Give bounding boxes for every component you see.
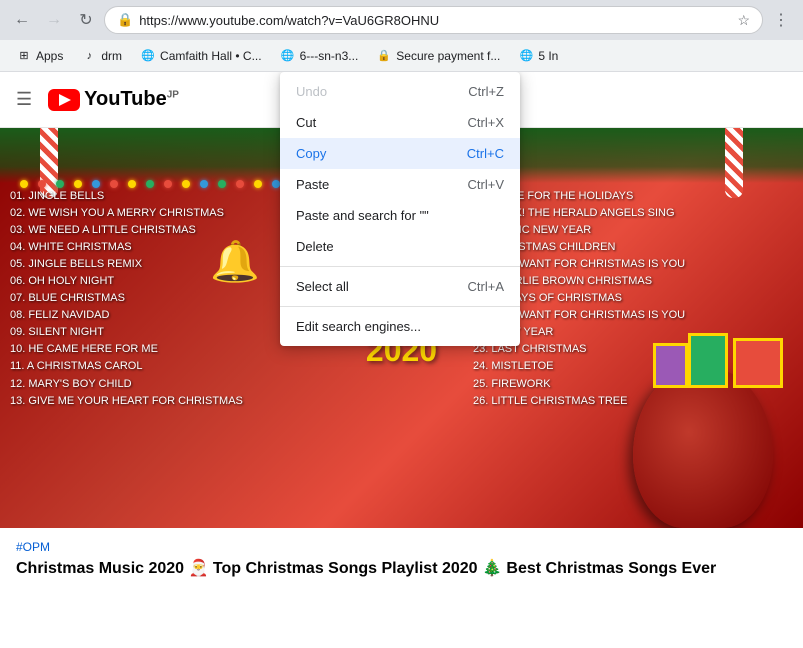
back-button[interactable]: ← bbox=[8, 6, 36, 34]
youtube-play-triangle bbox=[59, 94, 71, 106]
bookmark-camfaith[interactable]: 🌐 Camfaith Hall • C... bbox=[132, 44, 270, 68]
bookmark-camfaith-label: Camfaith Hall • C... bbox=[160, 49, 262, 63]
drm-icon: ♪ bbox=[81, 48, 97, 64]
bookmark-apps[interactable]: ⊞ Apps bbox=[8, 44, 71, 68]
camfaith-icon: 🌐 bbox=[140, 48, 156, 64]
menu-divider bbox=[280, 266, 520, 267]
bookmark-b6-label: 5 In bbox=[538, 49, 558, 63]
menu-label: Paste bbox=[296, 177, 329, 192]
b5-icon: 🔒 bbox=[376, 48, 392, 64]
nav-bar: ← → ↻ 🔒 https://www.youtube.com/watch?v=… bbox=[0, 0, 803, 40]
menu-item-copy[interactable]: Copy Ctrl+C bbox=[280, 138, 520, 169]
context-menu: Undo Ctrl+Z Cut Ctrl+X Copy Ctrl+C Paste Ctrl+V… bbox=[280, 72, 520, 346]
song-item: 15. HARK! THE HERALD ANGELS SING bbox=[473, 205, 793, 222]
address-bar[interactable]: 🔒 https://www.youtube.com/watch?v=VaU6GR… bbox=[104, 6, 763, 34]
video-description: #OPM Christmas Music 2020 🎅 Top Christma… bbox=[0, 528, 803, 592]
bookmark-b5[interactable]: 🔒 Secure payment f... bbox=[368, 44, 508, 68]
forward-button[interactable]: → bbox=[40, 6, 68, 34]
menu-shortcut: Ctrl+X bbox=[468, 115, 504, 130]
lock-icon: 🔒 bbox=[117, 12, 133, 28]
menu-label: Delete bbox=[296, 239, 334, 254]
song-item: 16. CELTIC NEW YEAR bbox=[473, 222, 793, 239]
youtube-wordmark: YouTubeJP bbox=[84, 88, 179, 111]
menu-label: Edit search engines... bbox=[296, 319, 421, 334]
menu-label: Select all bbox=[296, 279, 349, 294]
menu-label: Cut bbox=[296, 115, 316, 130]
gift-box-1 bbox=[733, 338, 783, 388]
song-item: 18. ALL I WANT FOR CHRISTMAS IS YOU bbox=[473, 256, 793, 273]
song-item: 14. HOME FOR THE HOLIDAYS bbox=[473, 188, 793, 205]
menu-item-paste-search[interactable]: Paste and search for "" bbox=[280, 200, 520, 231]
bookmark-drm[interactable]: ♪ drm bbox=[73, 44, 130, 68]
song-item: 13. GIVE ME YOUR HEART FOR CHRISTMAS bbox=[10, 393, 370, 410]
browser-frame: ← → ↻ 🔒 https://www.youtube.com/watch?v=… bbox=[0, 0, 803, 648]
song-item: 17. CHRISTMAS CHILDREN bbox=[473, 239, 793, 256]
menu-shortcut: Ctrl+V bbox=[468, 177, 504, 192]
menu-item-undo: Undo Ctrl+Z bbox=[280, 76, 520, 107]
menu-item-edit-search[interactable]: Edit search engines... bbox=[280, 311, 520, 342]
bookmark-apps-label: Apps bbox=[36, 49, 63, 63]
bookmark-b4[interactable]: 🌐 6---sn-n3... bbox=[272, 44, 367, 68]
reload-button[interactable]: ↻ bbox=[72, 6, 100, 34]
gift-sack bbox=[633, 368, 773, 528]
menu-item-delete[interactable]: Delete bbox=[280, 231, 520, 262]
menu-item-paste[interactable]: Paste Ctrl+V bbox=[280, 169, 520, 200]
youtube-logo-icon bbox=[48, 89, 80, 111]
bookmark-drm-label: drm bbox=[101, 49, 122, 63]
menu-item-cut[interactable]: Cut Ctrl+X bbox=[280, 107, 520, 138]
bookmark-b4-label: 6---sn-n3... bbox=[300, 49, 359, 63]
extensions-button[interactable]: ⋮ bbox=[767, 6, 795, 34]
bookmarks-bar: ⊞ Apps ♪ drm 🌐 Camfaith Hall • C... 🌐 6-… bbox=[0, 40, 803, 72]
menu-shortcut: Ctrl+A bbox=[468, 279, 504, 294]
b6-icon: 🌐 bbox=[518, 48, 534, 64]
menu-divider bbox=[280, 306, 520, 307]
gift-sack-area bbox=[573, 298, 803, 528]
menu-shortcut: Ctrl+C bbox=[467, 146, 504, 161]
song-item: 19. CHARLIE BROWN CHRISTMAS bbox=[473, 273, 793, 290]
apps-icon: ⊞ bbox=[16, 48, 32, 64]
b4-icon: 🌐 bbox=[280, 48, 296, 64]
menu-label: Undo bbox=[296, 84, 327, 99]
bookmark-b5-label: Secure payment f... bbox=[396, 49, 500, 63]
bookmark-b6[interactable]: 🌐 5 In bbox=[510, 44, 566, 68]
song-item: 12. MARY'S BOY CHILD bbox=[10, 376, 370, 393]
gift-box-3 bbox=[653, 343, 688, 388]
url-text: https://www.youtube.com/watch?v=VaU6GR8O… bbox=[139, 13, 731, 28]
page-content: ☰ YouTubeJP bbox=[0, 72, 803, 648]
video-title: Christmas Music 2020 🎅 Top Christmas Son… bbox=[16, 558, 787, 580]
bookmark-icon[interactable]: ☆ bbox=[737, 12, 750, 29]
hashtag[interactable]: #OPM bbox=[16, 540, 787, 554]
hamburger-menu[interactable]: ☰ bbox=[16, 89, 32, 110]
menu-label: Paste and search for "" bbox=[296, 208, 429, 223]
menu-item-select-all[interactable]: Select all Ctrl+A bbox=[280, 271, 520, 302]
gift-box-2 bbox=[688, 333, 728, 388]
menu-label: Copy bbox=[296, 146, 326, 161]
bell-icon: 🔔 bbox=[210, 238, 260, 285]
youtube-logo[interactable]: YouTubeJP bbox=[48, 88, 179, 111]
menu-shortcut: Ctrl+Z bbox=[468, 84, 504, 99]
